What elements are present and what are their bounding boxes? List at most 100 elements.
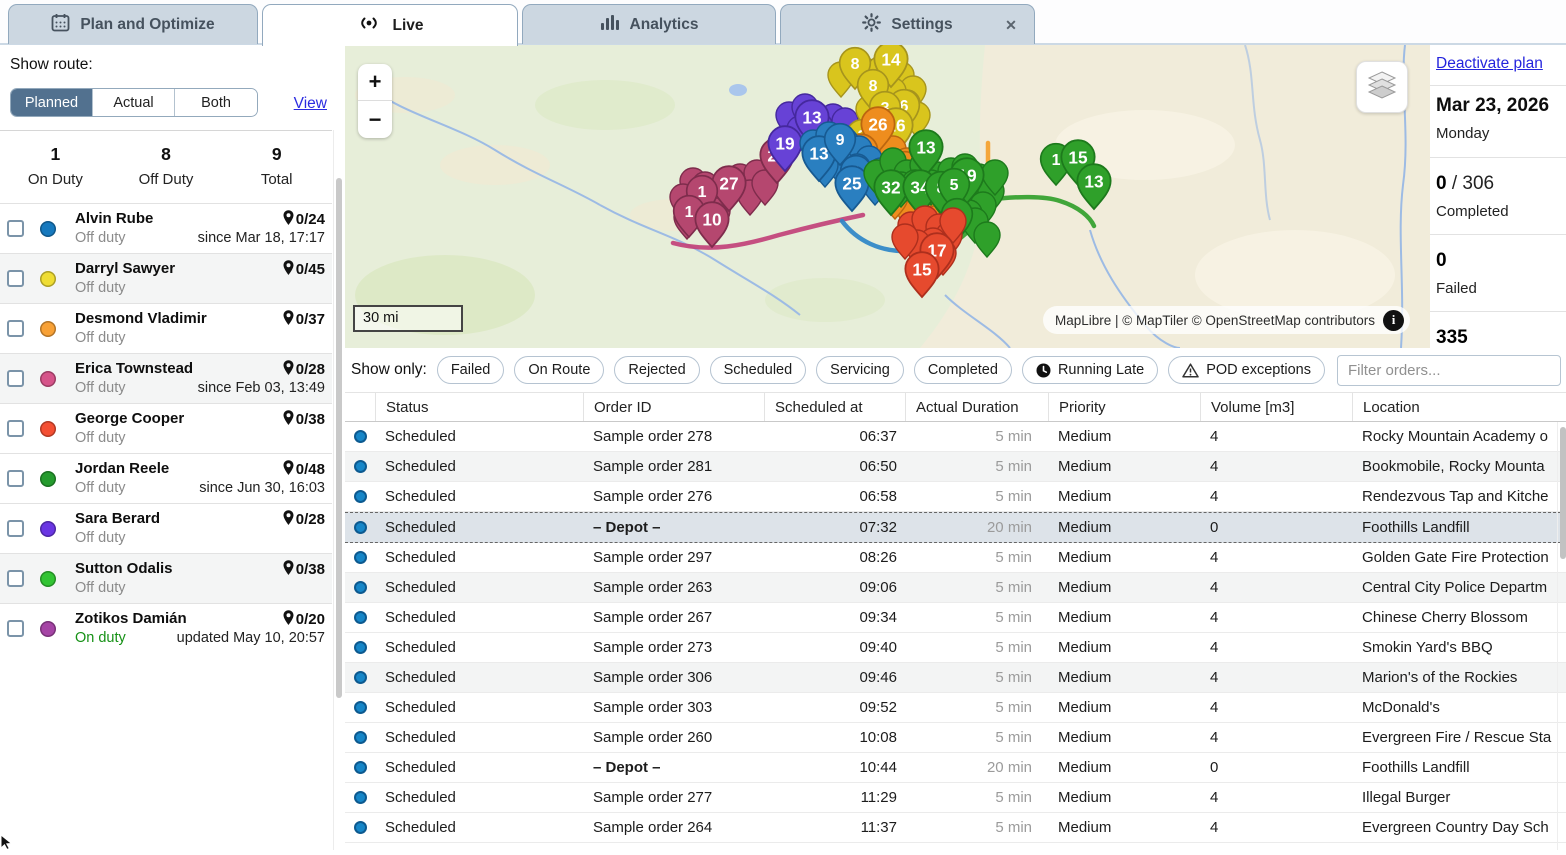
driver-status-detail: updated May 10, 20:57 bbox=[177, 630, 325, 646]
driver-checkbox[interactable] bbox=[7, 420, 24, 437]
table-row[interactable]: ScheduledSample order 27606:585 minMediu… bbox=[345, 482, 1566, 512]
scheduled-at-cell: 08:26 bbox=[764, 549, 905, 566]
filter-chip-rejected[interactable]: Rejected bbox=[614, 356, 699, 384]
driver-row[interactable]: Erica Townstead0/28Off dutysince Feb 03,… bbox=[0, 353, 332, 403]
info-icon[interactable]: i bbox=[1383, 310, 1404, 331]
tab-plan-and-optimize[interactable]: Plan and Optimize bbox=[8, 4, 258, 44]
table-row[interactable]: Scheduled– Depot –07:3220 minMedium0Foot… bbox=[345, 512, 1566, 543]
driver-color-dot bbox=[40, 221, 56, 237]
tab-analytics[interactable]: Analytics bbox=[522, 4, 776, 44]
tab-settings[interactable]: Settings ✕ bbox=[780, 4, 1035, 44]
driver-checkbox[interactable] bbox=[7, 220, 24, 237]
sidebar-scrollbar[interactable] bbox=[333, 130, 343, 850]
divider bbox=[1430, 311, 1566, 312]
stop-count-value: 0/20 bbox=[296, 611, 325, 628]
table-row[interactable]: ScheduledSample order 26309:065 minMediu… bbox=[345, 573, 1566, 603]
pin-number: 27 bbox=[719, 173, 738, 193]
zoom-in-button[interactable]: + bbox=[358, 64, 392, 101]
driver-name: George Cooper bbox=[75, 410, 184, 427]
location-pin-icon bbox=[283, 610, 294, 629]
stop-count-value: 0/28 bbox=[296, 511, 325, 528]
close-icon[interactable]: ✕ bbox=[1002, 16, 1020, 34]
route-option-both[interactable]: Both bbox=[175, 89, 257, 116]
layers-button[interactable] bbox=[1356, 61, 1408, 113]
map[interactable]: 2927111013198148631632632221393251319323… bbox=[345, 45, 1430, 348]
layers-icon bbox=[1367, 71, 1397, 104]
driver-row[interactable]: Zotikos Damián0/20On dutyupdated May 10,… bbox=[0, 603, 332, 653]
table-row[interactable]: ScheduledSample order 30609:465 minMediu… bbox=[345, 663, 1566, 693]
filter-chip-pod-exceptions[interactable]: POD exceptions bbox=[1168, 356, 1325, 384]
table-row[interactable]: ScheduledSample order 26709:345 minMediu… bbox=[345, 603, 1566, 633]
driver-row[interactable]: Alvin Rube0/24Off dutysince Mar 18, 17:1… bbox=[0, 203, 332, 253]
driver-checkbox[interactable] bbox=[7, 620, 24, 637]
filter-chip-servicing[interactable]: Servicing bbox=[816, 356, 904, 384]
order-id-cell: Sample order 273 bbox=[583, 639, 764, 656]
driver-checkbox[interactable] bbox=[7, 370, 24, 387]
view-link[interactable]: View bbox=[294, 95, 327, 113]
table-row[interactable]: ScheduledSample order 29708:265 minMediu… bbox=[345, 543, 1566, 573]
deactivate-plan-link[interactable]: Deactivate plan bbox=[1436, 55, 1543, 73]
scrollbar-thumb[interactable] bbox=[336, 178, 342, 698]
filter-orders-input[interactable] bbox=[1337, 355, 1561, 386]
table-row[interactable]: Scheduled– Depot –10:4420 minMedium0Foot… bbox=[345, 753, 1566, 783]
stop-count-value: 0/48 bbox=[296, 461, 325, 478]
driver-checkbox[interactable] bbox=[7, 320, 24, 337]
driver-row[interactable]: Sara Berard0/28Off duty bbox=[0, 503, 332, 553]
driver-checkbox[interactable] bbox=[7, 520, 24, 537]
status-cell: Scheduled bbox=[375, 488, 583, 505]
table-row[interactable]: ScheduledSample order 30309:525 minMediu… bbox=[345, 693, 1566, 723]
driver-row[interactable]: Darryl Sawyer0/45Off duty bbox=[0, 253, 332, 303]
order-id-cell: Sample order 303 bbox=[583, 699, 764, 716]
orders-scrollbar[interactable] bbox=[1557, 422, 1566, 850]
header-volume[interactable]: Volume [m3] bbox=[1200, 393, 1352, 421]
header-actual-duration[interactable]: Actual Duration bbox=[905, 393, 1048, 421]
status-cell: Scheduled bbox=[375, 579, 583, 596]
filter-chip-scheduled[interactable]: Scheduled bbox=[710, 356, 807, 384]
volume-cell: 4 bbox=[1200, 488, 1352, 505]
header-location[interactable]: Location bbox=[1352, 393, 1566, 421]
status-dot-cell bbox=[345, 731, 375, 744]
priority-cell: Medium bbox=[1048, 729, 1200, 746]
table-row[interactable]: ScheduledSample order 26010:085 minMediu… bbox=[345, 723, 1566, 753]
driver-checkbox[interactable] bbox=[7, 570, 24, 587]
pin-number: 32 bbox=[881, 177, 900, 197]
zoom-out-button[interactable]: − bbox=[358, 101, 392, 138]
volume-cell: 4 bbox=[1200, 669, 1352, 686]
scrollbar-thumb[interactable] bbox=[1560, 427, 1566, 559]
filter-chip-on-route[interactable]: On Route bbox=[514, 356, 604, 384]
table-row[interactable]: ScheduledSample order 27806:375 minMediu… bbox=[345, 422, 1566, 452]
location-pin-icon bbox=[283, 360, 294, 379]
driver-checkbox[interactable] bbox=[7, 470, 24, 487]
actual-duration-cell: 5 min bbox=[905, 609, 1048, 626]
tab-live[interactable]: Live bbox=[262, 4, 518, 46]
volume-cell: 4 bbox=[1200, 458, 1352, 475]
table-row[interactable]: ScheduledSample order 27711:295 minMediu… bbox=[345, 783, 1566, 813]
header-priority[interactable]: Priority bbox=[1048, 393, 1200, 421]
location-cell: Evergreen Country Day Sch bbox=[1352, 819, 1566, 836]
filter-chip-completed[interactable]: Completed bbox=[914, 356, 1012, 384]
location-cell: Evergreen Fire / Rescue Sta bbox=[1352, 729, 1566, 746]
route-option-planned[interactable]: Planned bbox=[11, 89, 93, 116]
stat-value: 1 bbox=[0, 144, 111, 165]
driver-checkbox[interactable] bbox=[7, 270, 24, 287]
route-option-actual[interactable]: Actual bbox=[93, 89, 175, 116]
filter-chip-running-late[interactable]: Running Late bbox=[1022, 356, 1158, 384]
order-id-cell: Sample order 281 bbox=[583, 458, 764, 475]
header-order-id[interactable]: Order ID bbox=[583, 393, 764, 421]
driver-status-detail: since Mar 18, 17:17 bbox=[198, 230, 325, 246]
actual-duration-cell: 5 min bbox=[905, 428, 1048, 445]
stop-count-value: 0/24 bbox=[296, 211, 325, 228]
driver-status: Off duty bbox=[75, 230, 126, 246]
table-row[interactable]: ScheduledSample order 27309:405 minMediu… bbox=[345, 633, 1566, 663]
table-row[interactable]: ScheduledSample order 26411:375 minMediu… bbox=[345, 813, 1566, 843]
header-status[interactable]: Status bbox=[375, 393, 583, 421]
filter-chip-failed[interactable]: Failed bbox=[437, 356, 505, 384]
priority-cell: Medium bbox=[1048, 669, 1200, 686]
driver-row[interactable]: Desmond Vladimir0/37Off duty bbox=[0, 303, 332, 353]
driver-row[interactable]: Sutton Odalis0/38Off duty bbox=[0, 553, 332, 603]
table-row[interactable]: ScheduledSample order 28106:505 minMediu… bbox=[345, 452, 1566, 482]
driver-row[interactable]: Jordan Reele0/48Off dutysince Jun 30, 16… bbox=[0, 453, 332, 503]
clock-icon bbox=[1036, 363, 1051, 378]
driver-row[interactable]: George Cooper0/38Off duty bbox=[0, 403, 332, 453]
header-scheduled-at[interactable]: Scheduled at bbox=[764, 393, 905, 421]
